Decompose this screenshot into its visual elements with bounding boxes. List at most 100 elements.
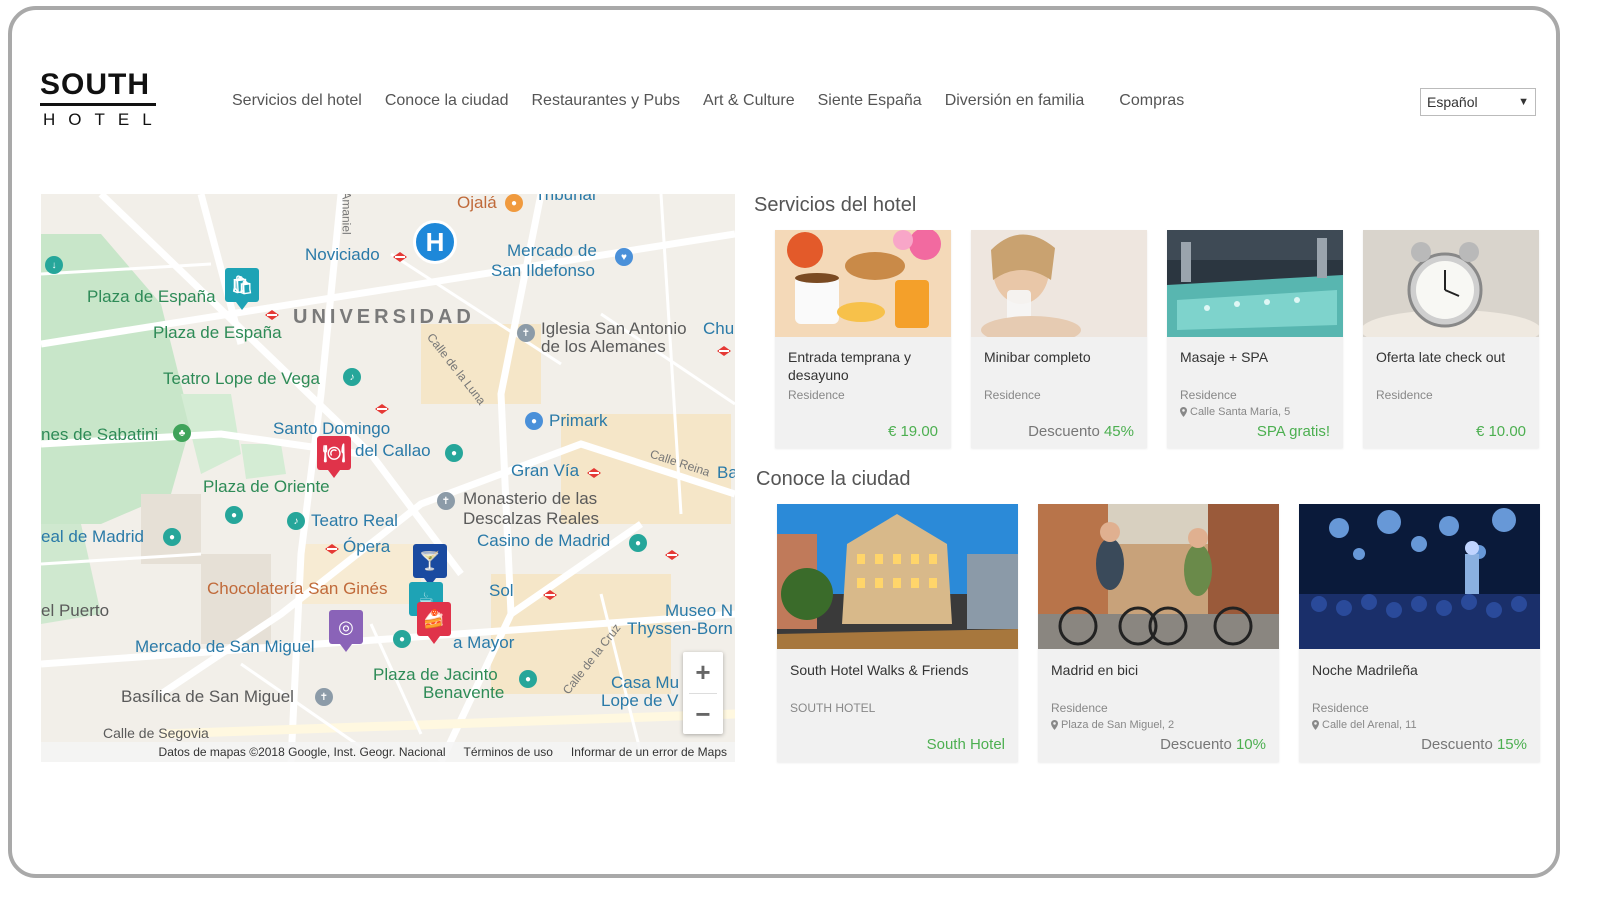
card-address-text: Plaza de San Miguel, 2 [1061, 719, 1175, 731]
church-icon[interactable]: ✝ [517, 324, 535, 342]
shopping-bag-icon[interactable]: 🛍 [225, 268, 259, 310]
metro-icon [325, 544, 339, 554]
map-label-universidad: UNIVERSIDAD [293, 306, 475, 328]
card-subtitle: Residence [788, 388, 845, 402]
card-subtitle: Residence [1376, 388, 1433, 402]
city-section-title: Conoce la ciudad [756, 468, 911, 490]
nav-servicios[interactable]: Servicios del hotel [232, 92, 362, 110]
main-nav: Servicios del hotel Conoce la ciudad Res… [232, 92, 1207, 110]
service-card-breakfast[interactable]: Entrada temprana y desayuno Residence € … [775, 230, 951, 448]
food-icon[interactable]: 🍰 [417, 602, 451, 644]
shop-icon[interactable]: ● [525, 412, 543, 430]
theater-icon[interactable]: ♪ [343, 368, 361, 386]
services-section-title: Servicios del hotel [754, 194, 917, 216]
poi-icon[interactable]: ↓ [45, 256, 63, 274]
nightclub-image [1299, 504, 1540, 649]
map-label-plaza-jacinto-2: Benavente [423, 683, 505, 702]
nav-siente[interactable]: Siente España [818, 92, 922, 110]
map-label-casa-1: Casa Mu [611, 673, 680, 692]
card-price-value: 45% [1103, 423, 1134, 440]
service-card-spa[interactable]: Masaje + SPA Residence Calle Santa María… [1167, 230, 1343, 448]
map-label-ba: Ba [717, 463, 735, 482]
city-card-bici[interactable]: Madrid en bici Residence Plaza de San Mi… [1038, 504, 1279, 762]
map-label-teatro-real: Teatro Real [311, 511, 398, 530]
zoom-out-button[interactable]: − [683, 694, 723, 735]
card-price: € 19.00 [888, 423, 938, 440]
map-label-jardines: nes de Sabatini [41, 425, 159, 444]
poi-icon[interactable]: ● [519, 670, 537, 688]
card-price-value: 15% [1496, 736, 1527, 753]
breakfast-image [775, 230, 951, 337]
map-attribution: Datos de mapas ©2018 Google, Inst. Geogr… [158, 745, 446, 759]
map-label-museo-1: Museo N [665, 601, 734, 620]
map-label-mercado-san-miguel: Mercado de San Miguel [135, 637, 315, 656]
poi-icon[interactable]: ● [445, 444, 463, 462]
poi-icon[interactable]: ● [505, 194, 523, 212]
monastery-icon[interactable]: ✝ [437, 492, 455, 510]
map-report-link[interactable]: Informar de un error de Maps [571, 745, 727, 762]
card-subtitle: Residence [1180, 388, 1237, 402]
theater-icon[interactable]: ♪ [287, 512, 305, 530]
card-subtitle: Residence [1312, 701, 1369, 715]
hotel-logo[interactable]: SOUTH HOTEL [40, 70, 160, 128]
metro-icon [543, 590, 557, 600]
metro-icon [717, 346, 731, 356]
poi-icon[interactable]: ♥ [615, 248, 633, 266]
card-price-value: South Hotel [926, 736, 1005, 753]
card-address: Calle Santa María, 5 [1180, 406, 1290, 418]
card-subtitle: Residence [1051, 701, 1108, 715]
nav-diversion[interactable]: Diversión en familia [945, 92, 1085, 110]
service-card-minibar[interactable]: Minibar completo Residence Descuento 45% [971, 230, 1147, 448]
map-label-chocolateria: Chocolatería San Ginés [207, 579, 388, 598]
card-price-label: Descuento [1421, 736, 1493, 753]
map-label-basilica: Basílica de San Miguel [121, 687, 294, 706]
nav-conoce[interactable]: Conoce la ciudad [385, 92, 509, 110]
card-price-value: € 19.00 [887, 423, 938, 440]
card-title: South Hotel Walks & Friends [790, 662, 969, 678]
metro-icon [393, 252, 407, 262]
map-terms-link[interactable]: Términos de uso [464, 745, 553, 762]
card-price-value: € 10.00 [1475, 423, 1526, 440]
language-select[interactable]: Español ▼ [1420, 88, 1536, 116]
tour-icon[interactable]: ◎ [329, 610, 363, 652]
map-pin-icon [1051, 720, 1058, 730]
card-subtitle: SOUTH HOTEL [790, 701, 876, 715]
zoom-in-button[interactable]: + [683, 652, 723, 693]
metro-icon [265, 310, 279, 320]
poi-icon[interactable]: ● [163, 528, 181, 546]
hotel-marker-icon[interactable]: H [413, 220, 457, 264]
map-label-monasterio-1: Monasterio de las [463, 489, 598, 508]
card-price-value: 10% [1235, 736, 1266, 753]
map-label-plaza-jacinto-1: Plaza de Jacinto [373, 665, 498, 684]
metro-icon [665, 550, 679, 560]
map-label-amaniel: Amaniel [339, 194, 354, 235]
nav-compras[interactable]: Compras [1119, 92, 1184, 110]
map-label-iglesia-2: de los Alemanes [541, 337, 666, 356]
city-card-noche[interactable]: Noche Madrileña Residence Calle del Aren… [1299, 504, 1540, 762]
park-icon[interactable]: ♣ [173, 424, 191, 442]
card-price-label: Descuento [1160, 736, 1232, 753]
poi-icon[interactable]: ● [225, 506, 243, 524]
map-label-real-madrid: eal de Madrid [41, 527, 145, 546]
nav-art[interactable]: Art & Culture [703, 92, 795, 110]
church-icon[interactable]: ✝ [315, 688, 333, 706]
map-pin-icon [1312, 720, 1319, 730]
cocktail-icon[interactable]: 🍸 [413, 544, 447, 586]
minibar-image [971, 230, 1147, 337]
service-card-late-checkout[interactable]: Oferta late check out Residence € 10.00 [1363, 230, 1539, 448]
card-price: SPA gratis! [1257, 423, 1330, 440]
poi-icon[interactable]: ● [393, 630, 411, 648]
logo-rule [40, 103, 156, 106]
cyclists-image [1038, 504, 1279, 649]
city-card-walks[interactable]: South Hotel Walks & Friends SOUTH HOTEL … [777, 504, 1018, 762]
casino-icon[interactable]: ● [629, 534, 647, 552]
card-title: Masaje + SPA [1180, 349, 1269, 365]
card-address-text: Calle del Arenal, 11 [1322, 719, 1417, 731]
map-view[interactable]: Ojalá Tribunal Amaniel Noviciado Mercado… [41, 194, 735, 762]
map-label-tribunal: Tribunal [535, 194, 596, 204]
map-label-casa-2: Lope de V [601, 691, 679, 710]
nav-restaurantes[interactable]: Restaurantes y Pubs [531, 92, 680, 110]
restaurant-icon[interactable]: 🍽 [317, 436, 351, 478]
map-label-chu: Chu [703, 319, 735, 338]
map-footer: Datos de mapas ©2018 Google, Inst. Geogr… [41, 742, 735, 762]
